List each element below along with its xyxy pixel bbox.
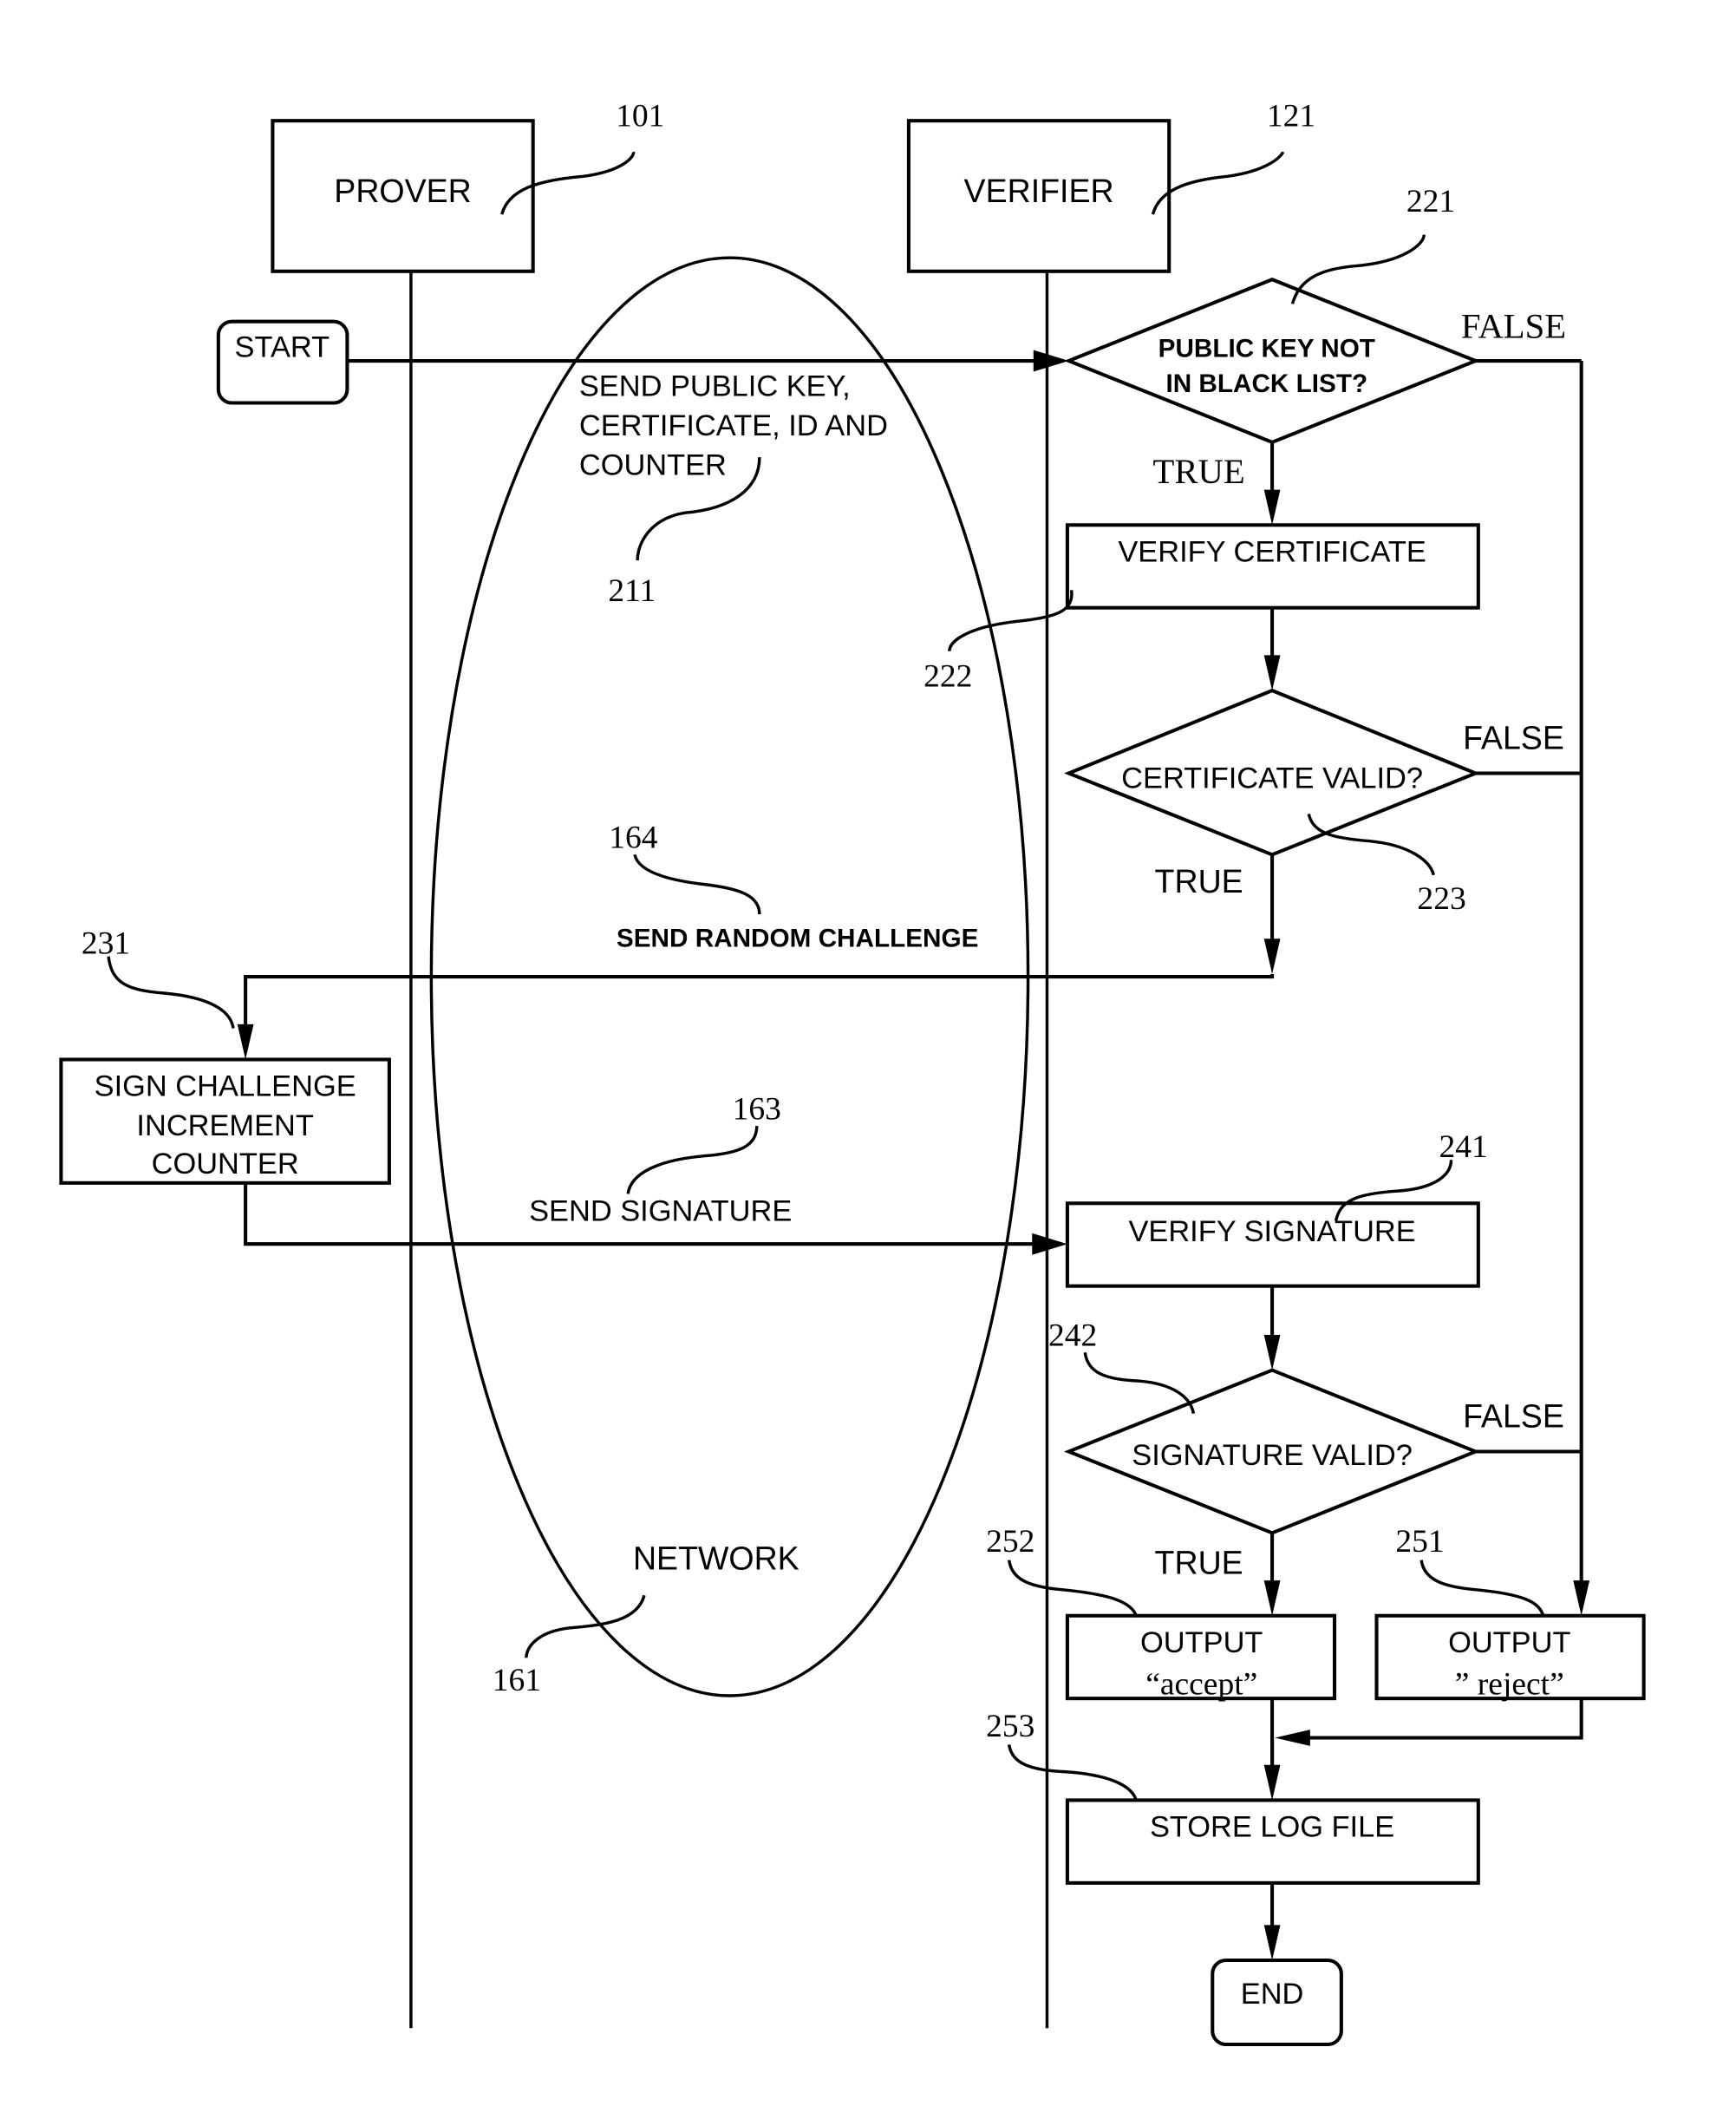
process-store-log: STORE LOG FILE 253 [986,1709,1480,1961]
verifier-label: VERIFIER [964,173,1114,209]
cert-valid-false-label: FALSE [1463,719,1564,755]
decision-cert-valid: CERTIFICATE VALID? FALSE TRUE 223 [1064,688,1582,974]
flowchart-canvas: PROVER 101 VERIFIER 121 NETWORK 161 STAR… [59,98,1646,2047]
verify-cert-leader-line [948,590,1074,652]
blacklist-ref: 221 [1406,184,1455,219]
output-reject-ref: 251 [1395,1524,1444,1560]
blacklist-false-label: FALSE [1461,306,1566,345]
prover-label: PROVER [334,173,471,209]
end-label: END [1241,1978,1304,2011]
verifier-leader-line [1151,151,1285,215]
verify-cert-label: VERIFY CERTIFICATE [1118,536,1426,569]
output-reject-leader-line [1419,1560,1545,1618]
cert-valid-label: CERTIFICATE VALID? [1121,762,1423,795]
sign-challenge-line-2: INCREMENT [136,1109,313,1142]
output-reject-merge-arrowhead [1275,1730,1310,1746]
cert-valid-true-arrowhead [1263,939,1281,974]
send-public-key-line-1: SEND PUBLIC KEY, [579,370,851,403]
sign-challenge-ref: 231 [82,926,130,962]
blacklist-true-label: TRUE [1153,452,1245,491]
output-accept-line-1: OUTPUT [1140,1626,1263,1659]
verify-sig-label: VERIFY SIGNATURE [1128,1215,1415,1248]
send-signature-arrowhead [1032,1233,1067,1255]
verifier-ref: 121 [1267,98,1315,134]
output-accept-line-2: “accept” [1145,1666,1257,1702]
blacklist-leader-line [1290,234,1426,304]
process-verify-cert: VERIFY CERTIFICATE 222 [923,523,1480,694]
verify-sig-out-arrowhead [1263,1334,1281,1370]
send-public-key-line-2: CERTIFICATE, ID AND [579,409,888,442]
network-ref: 161 [493,1663,541,1698]
sig-valid-true-label: TRUE [1155,1544,1243,1580]
sign-challenge-leader-line [107,956,235,1029]
false-bus-arrowhead [1573,1580,1590,1616]
output-reject-line-1: OUTPUT [1448,1626,1570,1659]
send-random-challenge-label: SEND RANDOM CHALLENGE [617,925,979,953]
prover-ref: 101 [616,98,664,134]
sig-valid-ref: 242 [1048,1318,1097,1354]
sign-challenge-line-3: COUNTER [152,1148,299,1180]
network-label: NETWORK [633,1540,799,1577]
send-random-challenge-arrowhead [237,1024,254,1060]
send-public-key-line-3: COUNTER [579,448,727,481]
output-accept-ref: 252 [986,1524,1034,1560]
cert-valid-ref: 223 [1417,881,1465,917]
message-send-random-challenge: SEND RANDOM CHALLENGE 164 [237,821,1275,1060]
store-log-label: STORE LOG FILE [1150,1811,1394,1844]
sig-valid-false-label: FALSE [1463,1397,1564,1434]
output-reject-line-2: ” reject” [1455,1666,1564,1702]
send-random-challenge-leader-line [633,853,761,915]
end-terminal: END [1211,1958,1343,2047]
verify-cert-ref: 222 [923,658,972,694]
start-terminal: START [216,319,349,405]
store-log-in-arrowhead [1263,1764,1281,1801]
send-random-challenge-arrow-line [244,973,1275,1031]
blacklist-line-2: IN BLACK LIST? [1165,370,1367,398]
store-log-out-arrowhead [1263,1925,1281,1961]
message-send-public-key: SEND PUBLIC KEY, CERTIFICATE, ID AND COU… [347,350,1069,609]
store-log-ref: 253 [986,1709,1034,1744]
send-public-key-ref: 211 [608,573,656,609]
send-public-key-arrowhead [1033,350,1069,372]
output-reject-merge-line [1302,1698,1583,1740]
send-signature-leader-line [626,1126,759,1194]
start-label: START [235,330,330,363]
blacklist-true-arrowhead [1263,489,1281,526]
output-accept-leader-line [1007,1560,1139,1618]
cert-valid-true-label: TRUE [1155,863,1243,899]
blacklist-line-1: PUBLIC KEY NOT [1158,334,1375,363]
sig-valid-leader-line [1083,1352,1196,1415]
send-signature-ref: 163 [733,1091,781,1127]
sign-challenge-line-1: SIGN CHALLENGE [95,1070,356,1103]
verify-sig-ref: 241 [1439,1129,1487,1165]
store-log-leader-line [1007,1743,1139,1802]
sig-valid-true-arrowhead [1263,1580,1281,1616]
decision-sig-valid: SIGNATURE VALID? 242 FALSE TRUE [1048,1318,1582,1616]
process-sign-challenge: 231 SIGN CHALLENGE INCREMENT COUNTER [59,926,391,1185]
send-random-challenge-ref: 164 [609,821,658,856]
process-verify-sig: VERIFY SIGNATURE 241 [1065,1129,1488,1370]
sig-valid-label: SIGNATURE VALID? [1132,1439,1413,1472]
verify-cert-out-arrowhead [1263,655,1281,691]
send-signature-label: SEND SIGNATURE [529,1195,792,1228]
